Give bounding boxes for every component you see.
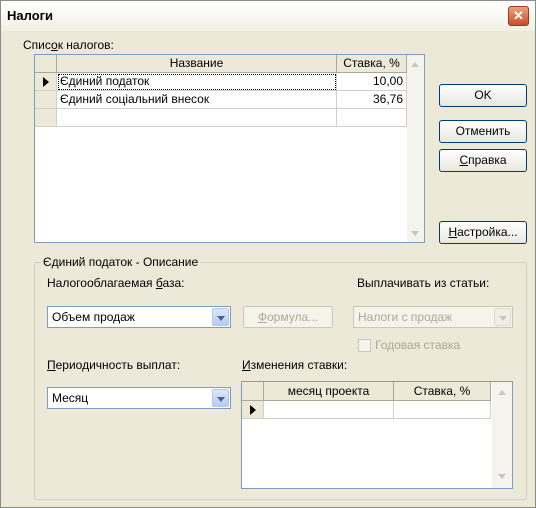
- rate-changes-label: Изменения ставки:: [242, 358, 348, 372]
- rate-changes-grid[interactable]: месяц проекта Ставка, %: [241, 381, 513, 489]
- row-selector[interactable]: [35, 109, 57, 127]
- tax-list-label: Список налогов:: [23, 38, 114, 52]
- payment-period-select[interactable]: Месяц: [47, 387, 231, 409]
- tax-base-label: Налогооблагаемая база:: [47, 276, 185, 290]
- annual-rate-label: Годовая ставка: [375, 338, 461, 352]
- table-cell-name[interactable]: Єдиний соціальний внесок: [57, 91, 337, 109]
- scroll-down-icon[interactable]: [498, 474, 506, 479]
- table-cell-project-month[interactable]: [264, 401, 394, 419]
- chevron-down-icon: [499, 316, 507, 321]
- row-selector[interactable]: [242, 401, 264, 419]
- row-selector[interactable]: [35, 73, 57, 91]
- description-group-title: Єдиний податок - Описание: [41, 255, 201, 269]
- taxes-dialog: Налоги ✕ Список налогов: Название Ставка…: [0, 0, 536, 508]
- column-header-rate[interactable]: Ставка, %: [394, 382, 491, 401]
- cancel-button[interactable]: Отменить: [439, 120, 527, 143]
- table-cell-rate[interactable]: 36,76: [337, 91, 407, 109]
- row-selector[interactable]: [35, 91, 57, 109]
- row-selector-header: [35, 55, 57, 73]
- pay-from-select[interactable]: Налоги с продаж: [353, 306, 513, 328]
- chevron-down-icon: [217, 316, 225, 321]
- tax-base-select[interactable]: Объем продаж: [47, 306, 231, 328]
- dropdown-button[interactable]: [212, 308, 229, 326]
- dropdown-button[interactable]: [494, 308, 511, 326]
- table-cell-name[interactable]: Єдиний податок: [57, 73, 337, 91]
- table-cell-name[interactable]: [57, 109, 337, 127]
- help-button[interactable]: Справка: [439, 149, 527, 172]
- table-cell-rate[interactable]: 10,00: [337, 73, 407, 91]
- close-icon: ✕: [513, 8, 524, 23]
- payment-period-label: Периодичность выплат:: [47, 358, 181, 372]
- scroll-down-icon[interactable]: [411, 231, 419, 236]
- pay-from-label: Выплачивать из статьи:: [357, 276, 490, 290]
- close-button[interactable]: ✕: [508, 6, 529, 26]
- formula-button[interactable]: Формула...: [243, 306, 333, 328]
- ok-button[interactable]: OK: [439, 84, 527, 107]
- settings-button[interactable]: Настройка...: [439, 221, 527, 244]
- scroll-up-icon[interactable]: [411, 62, 419, 67]
- scroll-up-icon[interactable]: [498, 390, 506, 395]
- tax-list-scrollbar[interactable]: [407, 55, 424, 242]
- annual-rate-checkbox[interactable]: [358, 339, 371, 352]
- table-cell-rate[interactable]: [394, 401, 491, 419]
- row-selector-header: [242, 382, 264, 401]
- window-title: Налоги: [7, 8, 54, 23]
- column-header-name[interactable]: Название: [57, 55, 337, 73]
- column-header-project-month[interactable]: месяц проекта: [264, 382, 394, 401]
- dropdown-button[interactable]: [212, 389, 229, 407]
- chevron-down-icon: [217, 397, 225, 402]
- current-row-pointer-icon: [43, 77, 49, 87]
- column-header-rate[interactable]: Ставка, %: [337, 55, 407, 73]
- title-bar[interactable]: Налоги ✕: [1, 1, 535, 31]
- rate-changes-scrollbar[interactable]: [492, 382, 512, 488]
- tax-list-grid[interactable]: Название Ставка, % Єдиний податок 10,00 …: [34, 54, 425, 243]
- table-cell-rate[interactable]: [337, 109, 407, 127]
- current-row-pointer-icon: [250, 405, 256, 415]
